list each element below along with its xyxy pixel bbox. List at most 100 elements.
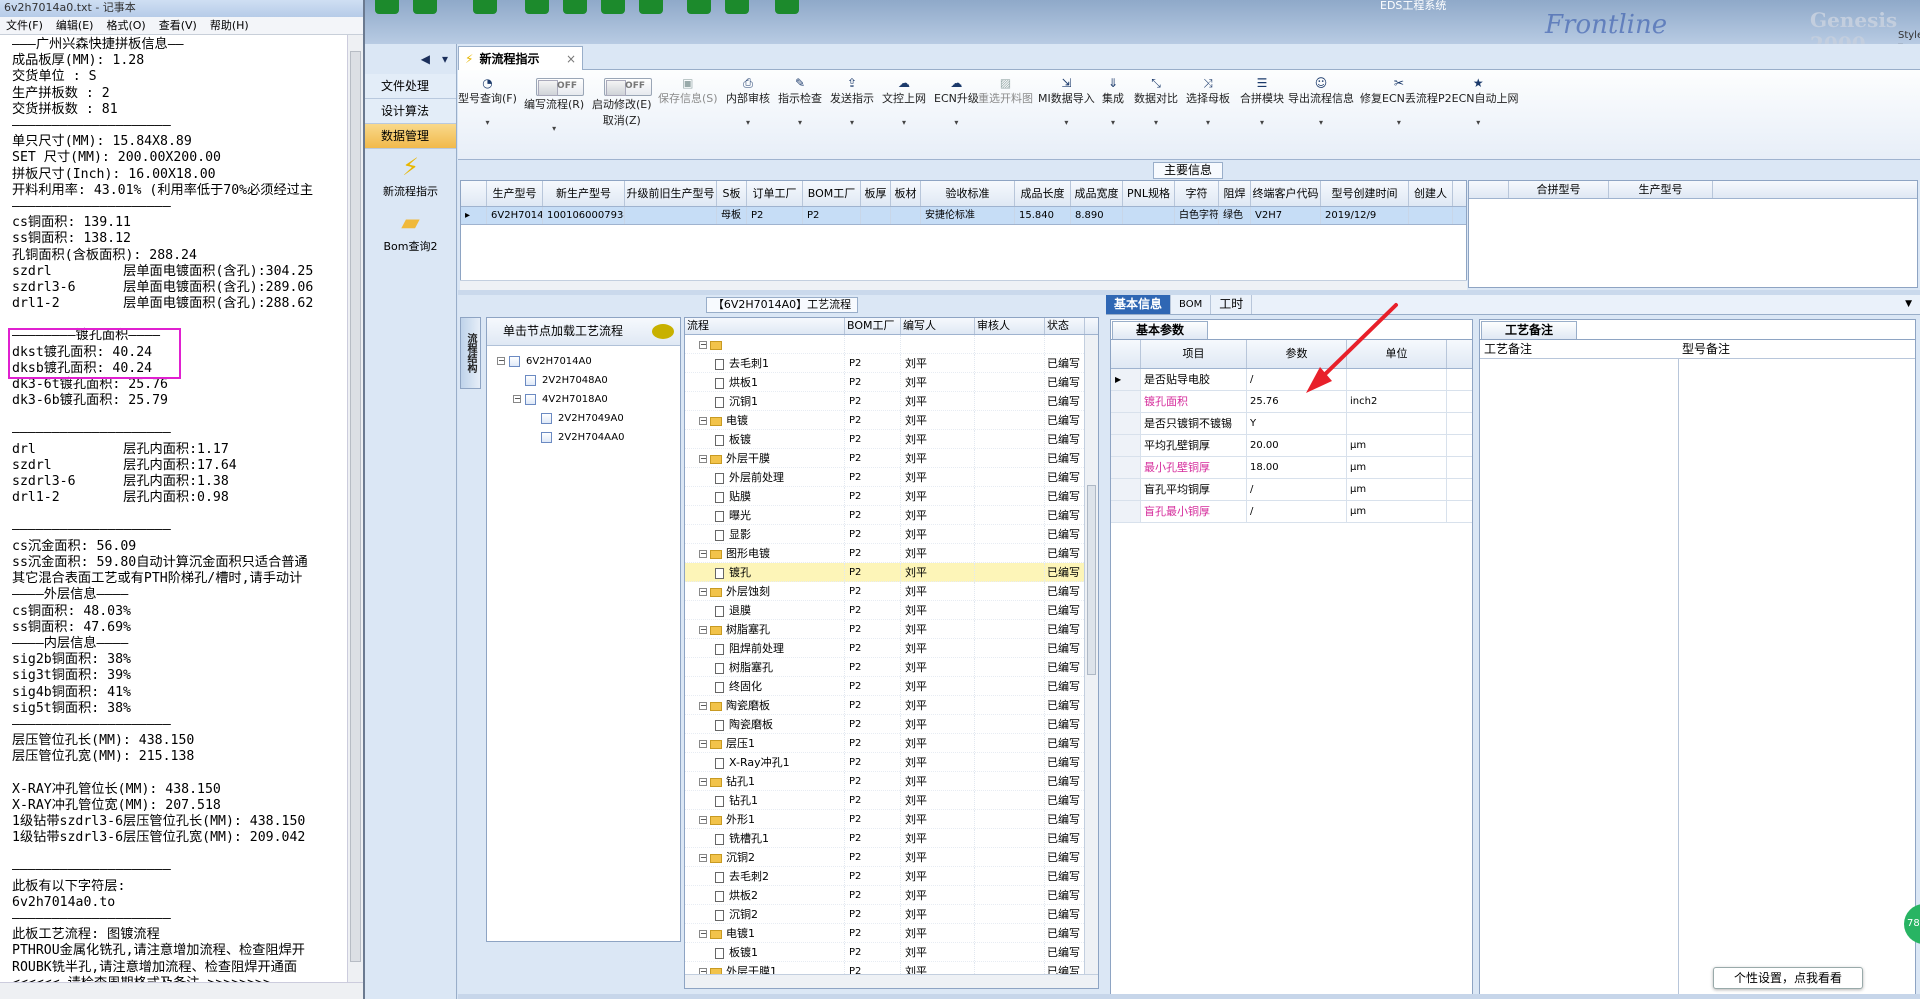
- cell[interactable]: V2H7: [1251, 207, 1321, 224]
- menu-file[interactable]: 文件(F): [0, 17, 50, 34]
- col-header[interactable]: 阻焊: [1219, 181, 1251, 206]
- table-row[interactable]: 平均孔壁铜厚 20.00 μm: [1111, 435, 1472, 457]
- col-header[interactable]: 订单工厂: [747, 181, 803, 206]
- ribbon-button[interactable]: ☰ 合拼模块 ▾: [1240, 76, 1284, 127]
- cell[interactable]: [891, 207, 921, 224]
- table-row[interactable]: − 外形1 P2 刘平 已编写: [685, 810, 1098, 829]
- table-row[interactable]: 板镀 P2 刘平 已编写: [685, 430, 1098, 449]
- table-row[interactable]: X-Ray冲孔1 P2 刘平 已编写: [685, 753, 1098, 772]
- table-row[interactable]: 终固化 P2 刘平 已编写: [685, 677, 1098, 696]
- table-row[interactable]: − 层压1 P2 刘平 已编写: [685, 734, 1098, 753]
- table-row[interactable]: − 陶瓷磨板 P2 刘平 已编写: [685, 696, 1098, 715]
- collapse-icon[interactable]: −: [699, 702, 707, 710]
- param-value[interactable]: 20.00: [1247, 435, 1347, 456]
- cell[interactable]: 白色字符: [1175, 207, 1219, 224]
- toolbar-icon[interactable]: [563, 0, 587, 14]
- toolbar-icon[interactable]: [725, 0, 749, 14]
- cell[interactable]: P2: [803, 207, 861, 224]
- table-row[interactable]: 沉铜2 P2 刘平 已编写: [685, 905, 1098, 924]
- collapse-icon[interactable]: −: [699, 930, 707, 938]
- ribbon-button[interactable]: ▨ 重选开料图: [978, 76, 1033, 106]
- nav-new-flow-instruction[interactable]: ⚡ 新流程指示: [365, 149, 456, 204]
- table-row[interactable]: − 树脂塞孔 P2 刘平 已编写: [685, 620, 1098, 639]
- menu-view[interactable]: 查看(V): [153, 17, 204, 34]
- collapse-icon[interactable]: −: [497, 357, 505, 365]
- param-value[interactable]: Y: [1247, 413, 1347, 434]
- table-row[interactable]: 贴膜 P2 刘平 已编写: [685, 487, 1098, 506]
- close-icon[interactable]: ×: [566, 52, 576, 66]
- toolbar-icon[interactable]: [525, 0, 549, 14]
- table-row[interactable]: 烘板1 P2 刘平 已编写: [685, 373, 1098, 392]
- ribbon-button[interactable]: ☺ 导出流程信息 ▾: [1288, 76, 1354, 127]
- flow-structure-tab[interactable]: 流程结构: [460, 317, 481, 389]
- cell[interactable]: P2: [747, 207, 803, 224]
- pin-icon[interactable]: ▾: [442, 52, 448, 66]
- chevron-down-icon[interactable]: ▾: [1438, 118, 1519, 127]
- col-header[interactable]: S板: [717, 181, 747, 206]
- toolbar-icon[interactable]: [375, 0, 399, 14]
- table-row[interactable]: 镀孔 P2 刘平 已编写: [685, 563, 1098, 582]
- ribbon-button[interactable]: OFF 启动修改(E) 取消(Z): [592, 76, 652, 128]
- chevron-down-icon[interactable]: ▾: [1240, 118, 1284, 127]
- col-status[interactable]: 状态: [1045, 318, 1085, 334]
- tab-new-flow-instruction[interactable]: ⚡ 新流程指示 ×: [458, 46, 583, 70]
- toolbar-icon[interactable]: [601, 0, 625, 14]
- ribbon-sub-label[interactable]: 取消(Z): [592, 112, 652, 128]
- collapse-icon[interactable]: −: [699, 854, 707, 862]
- nav-item-data-management[interactable]: 数据管理: [365, 124, 456, 149]
- menu-edit[interactable]: 编辑(E): [50, 17, 101, 34]
- chevron-down-icon[interactable]: ▾: [1134, 118, 1178, 127]
- table-row[interactable]: 曝光 P2 刘平 已编写: [685, 506, 1098, 525]
- ribbon-button[interactable]: ⤡ 数据对比 ▾: [1134, 76, 1178, 127]
- table-row[interactable]: 盲孔平均铜厚 / μm: [1111, 479, 1472, 501]
- table-row[interactable]: 阻焊前处理 P2 刘平 已编写: [685, 639, 1098, 658]
- col-item[interactable]: 项目: [1141, 340, 1247, 368]
- table-row[interactable]: − 外层干膜 P2 刘平 已编写: [685, 449, 1098, 468]
- toolbar-icon[interactable]: [639, 0, 663, 14]
- ribbon-button[interactable]: ⇪ 发送指示 ▾: [830, 76, 874, 127]
- ribbon-button[interactable]: ★ P2ECN自动上网 ▾: [1438, 76, 1519, 127]
- cell[interactable]: [861, 207, 891, 224]
- chevron-down-icon[interactable]: ▾: [934, 118, 979, 127]
- table-row[interactable]: 盲孔最小铜厚 / μm: [1111, 501, 1472, 523]
- collapse-icon[interactable]: −: [699, 341, 707, 349]
- params-tab[interactable]: 基本参数: [1112, 321, 1208, 339]
- ribbon-button[interactable]: OFF 编写流程(R) ▾: [524, 76, 584, 133]
- tree-node[interactable]: 2V2H7048A0: [487, 371, 680, 390]
- table-row[interactable]: 外层前处理 P2 刘平 已编写: [685, 468, 1098, 487]
- toolbar-icon[interactable]: [687, 0, 711, 14]
- collapse-icon[interactable]: −: [513, 395, 521, 403]
- col-header[interactable]: 成品长度: [1015, 181, 1071, 206]
- collapse-icon[interactable]: −: [699, 740, 707, 748]
- col-production-model[interactable]: 生产型号: [1609, 181, 1713, 198]
- collapse-icon[interactable]: −: [699, 778, 707, 786]
- chevron-down-icon[interactable]: ▾: [726, 118, 770, 127]
- nav-item-file-processing[interactable]: 文件处理: [365, 74, 456, 99]
- cell[interactable]: 绿色: [1219, 207, 1251, 224]
- notepad-horizontal-scrollbar[interactable]: [0, 982, 363, 999]
- cell[interactable]: 8.890: [1071, 207, 1123, 224]
- chat-bubble-icon[interactable]: [652, 324, 674, 339]
- table-row[interactable]: 去毛刺2 P2 刘平 已编写: [685, 867, 1098, 886]
- toolbar-icon[interactable]: [775, 0, 799, 14]
- dropdown-icon[interactable]: ▼: [1897, 295, 1920, 314]
- chevron-down-icon[interactable]: ▾: [1186, 118, 1230, 127]
- toggle-switch[interactable]: OFF: [604, 78, 652, 96]
- tab-bom[interactable]: BOM: [1171, 295, 1212, 314]
- cell[interactable]: [1409, 207, 1453, 224]
- param-value[interactable]: 25.76: [1247, 391, 1347, 412]
- tab-work-hours[interactable]: 工时: [1211, 295, 1253, 314]
- cell[interactable]: 母板: [717, 207, 747, 224]
- cell[interactable]: [1123, 207, 1175, 224]
- col-header[interactable]: 板材: [891, 181, 921, 206]
- collapse-icon[interactable]: −: [699, 626, 707, 634]
- nav-item-design-algorithm[interactable]: 设计算法: [365, 99, 456, 124]
- param-value[interactable]: /: [1247, 369, 1347, 390]
- notepad-vertical-scrollbar[interactable]: [347, 35, 363, 982]
- menu-format[interactable]: 格式(O): [100, 17, 152, 34]
- chevron-down-icon[interactable]: ▾: [1288, 118, 1354, 127]
- toggle-switch[interactable]: OFF: [536, 78, 584, 96]
- menu-help[interactable]: 帮助(H): [204, 17, 256, 34]
- cell[interactable]: 15.840: [1015, 207, 1071, 224]
- table-row[interactable]: 退膜 P2 刘平 已编写: [685, 601, 1098, 620]
